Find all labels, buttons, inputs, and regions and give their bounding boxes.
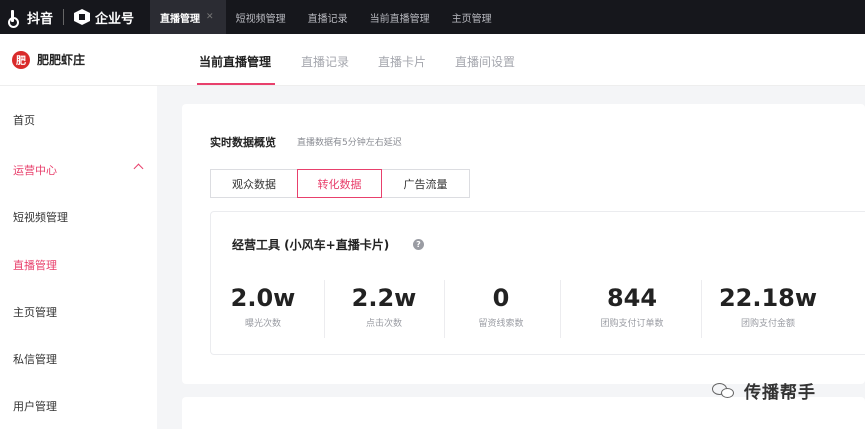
active-tab-indicator [197,83,275,85]
subtab-current-live-management[interactable]: 当前直播管理 [199,53,271,70]
sidebar-item-home[interactable]: 首页 [13,112,35,128]
top-bar: 抖音 企业号 直播管理 ✕ 短视频管理 直播记录 当前直播管理 主页管理 [0,0,865,34]
subtab-live-room-settings[interactable]: 直播间设置 [455,53,515,70]
sidebar-item-user-management[interactable]: 用户管理 [13,398,57,414]
tab-current-live-management[interactable]: 当前直播管理 [360,0,442,34]
stat-impressions: 2.0w 曝光次数 [203,284,323,329]
tab-label: 短视频管理 [235,13,286,25]
segment-label: 广告流量 [403,177,448,191]
enterprise-name: 企业号 [95,11,135,27]
tab-homepage-management[interactable]: 主页管理 [442,0,504,34]
business-tools-panel: 经营工具 (小风车+直播卡片) ? 2.0w 曝光次数 2.2w 点击次数 0 … [210,211,865,355]
close-icon[interactable]: ✕ [206,12,214,22]
stat-value: 844 [606,284,658,312]
stat-label: 点击次数 [365,319,402,329]
divider [701,280,702,338]
stat-label: 团购支付金额 [740,319,795,329]
avatar: 肥 [12,50,30,69]
tab-label: 直播管理 [160,13,201,25]
stat-value: 0 [492,284,510,312]
account-name: 肥肥虾庄 [37,53,86,67]
sidebar-item-operations-center[interactable]: 运营中心 [13,162,57,178]
stat-group-buy-amount: 22.18w 团购支付金额 [708,284,828,329]
app-name: 抖音 [27,11,54,27]
subtab-live-cards[interactable]: 直播卡片 [378,53,426,70]
segment-label: 观众数据 [232,177,276,191]
tab-label: 直播记录 [307,13,348,25]
sidebar-item-short-video-management[interactable]: 短视频管理 [13,209,68,225]
chevron-up-icon[interactable] [133,162,143,172]
stat-value: 2.0w [230,284,296,312]
help-icon[interactable]: ? [413,239,424,250]
sidebar: 肥 肥肥虾庄 首页 运营中心 短视频管理 直播管理 主页管理 私信管理 用户管理 [0,34,157,429]
account-header[interactable]: 肥 肥肥虾庄 [0,34,157,86]
sidebar-item-private-messages[interactable]: 私信管理 [13,351,57,367]
sub-tabs: 当前直播管理 直播记录 直播卡片 直播间设置 [157,34,865,86]
segment-ad-traffic[interactable]: 广告流量 [381,169,470,198]
subtab-live-records[interactable]: 直播记录 [301,53,349,70]
stat-value: 2.2w [351,284,417,312]
stat-label: 团购支付订单数 [600,319,664,329]
top-tabs: 直播管理 ✕ 短视频管理 直播记录 当前直播管理 主页管理 [150,0,504,34]
stat-value: 22.18w [718,284,818,312]
tab-label: 当前直播管理 [369,13,430,25]
divider [560,280,561,338]
brand-divider [63,9,65,25]
realtime-overview-card: 实时数据概览 直播数据有5分钟左右延迟 观众数据 转化数据 广告流量 经营工具 … [182,104,865,384]
segment-conversion-data[interactable]: 转化数据 [297,169,382,198]
stat-group-buy-orders: 844 团购支付订单数 [572,284,692,329]
wechat-icon [712,381,736,401]
tab-live-records[interactable]: 直播记录 [298,0,360,34]
segment-label: 转化数据 [317,177,362,191]
stat-clicks: 2.2w 点击次数 [324,284,444,329]
segment-audience-data[interactable]: 观众数据 [210,169,298,198]
tab-label: 主页管理 [451,13,492,25]
sidebar-item-homepage-management[interactable]: 主页管理 [13,304,57,320]
brand[interactable]: 抖音 企业号 [0,0,134,34]
section-title: 实时数据概览 [210,136,276,149]
tab-live-management[interactable]: 直播管理 ✕ [150,0,226,34]
tab-short-video-management[interactable]: 短视频管理 [226,0,298,34]
stat-leads: 0 留资线索数 [441,284,561,329]
panel-title: 经营工具 (小风车+直播卡片) [232,238,390,252]
douyin-logo-icon [8,9,23,28]
watermark-text: 传播帮手 [744,383,816,403]
delay-note: 直播数据有5分钟左右延迟 [297,138,402,148]
stat-label: 曝光次数 [244,319,281,329]
stat-label: 留资线索数 [478,319,524,329]
sidebar-item-live-management[interactable]: 直播管理 [13,257,57,273]
enterprise-logo-icon [74,9,91,25]
watermark: 传播帮手 [712,378,816,403]
